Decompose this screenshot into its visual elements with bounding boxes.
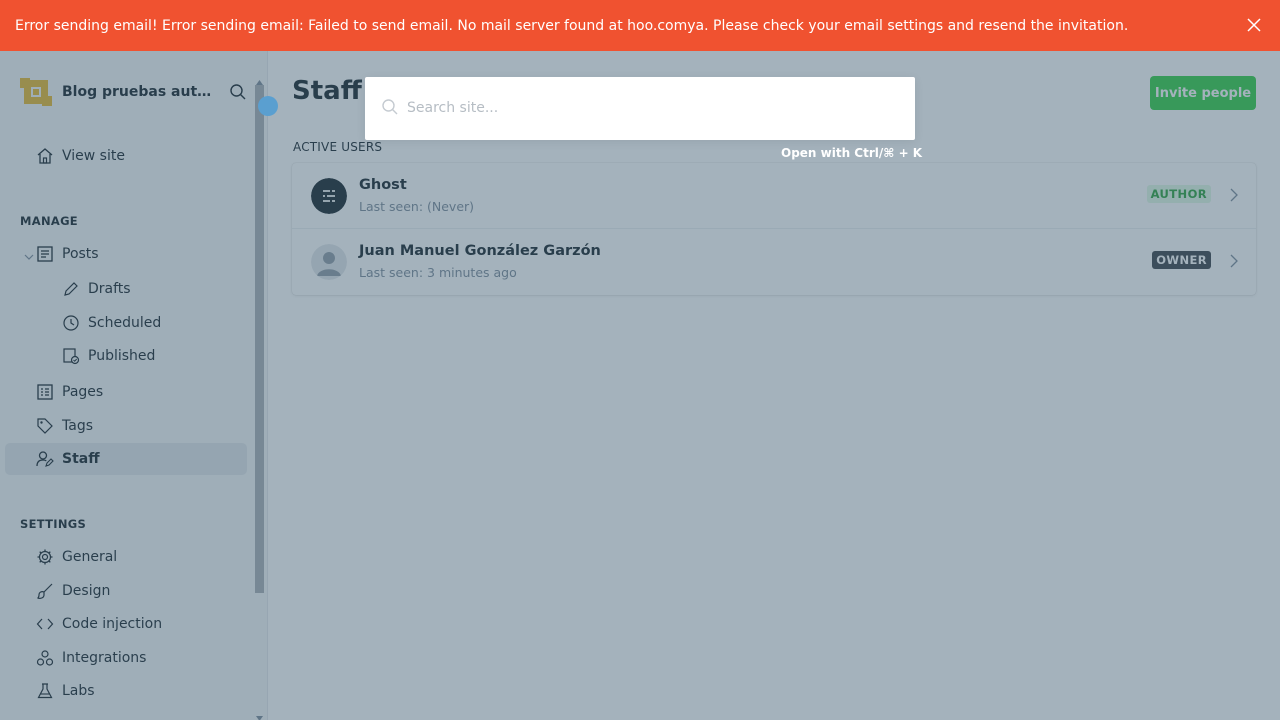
loading-indicator (258, 96, 278, 116)
search-site-input[interactable] (407, 96, 887, 120)
close-icon[interactable] (1244, 15, 1264, 35)
alert-message: Error sending email! Error sending email… (15, 17, 1129, 34)
error-alert-banner: Error sending email! Error sending email… (0, 0, 1280, 51)
search-shortcut-hint: Open with Ctrl/⌘ + K (781, 146, 923, 160)
modal-backdrop[interactable] (0, 51, 1280, 720)
search-modal (365, 77, 915, 140)
search-icon (381, 98, 399, 116)
